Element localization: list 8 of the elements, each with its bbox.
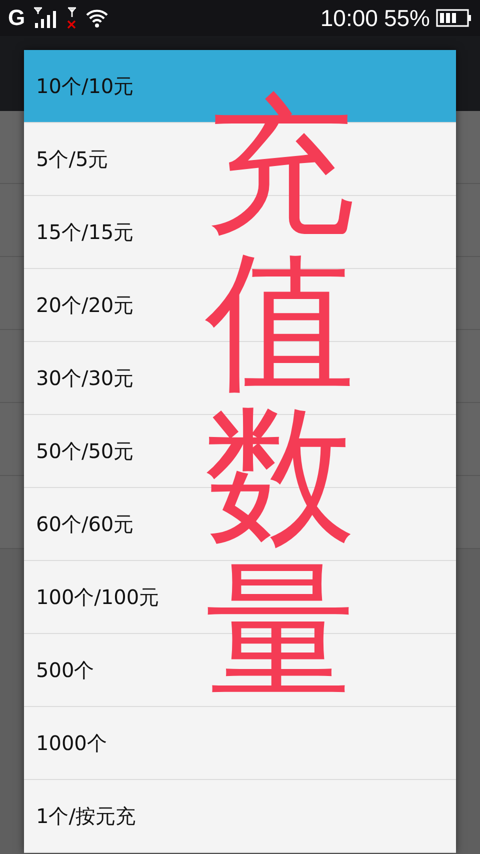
- battery-percent: 55%: [384, 4, 430, 32]
- network-type: G: [8, 5, 26, 31]
- dropdown-option[interactable]: 1个/按元充: [24, 780, 456, 853]
- dropdown-option[interactable]: 1000个: [24, 707, 456, 780]
- wifi-icon: [85, 8, 110, 28]
- clock-time: 10:00: [320, 4, 378, 32]
- battery-icon: [436, 9, 472, 27]
- no-signal-icon: [67, 7, 78, 29]
